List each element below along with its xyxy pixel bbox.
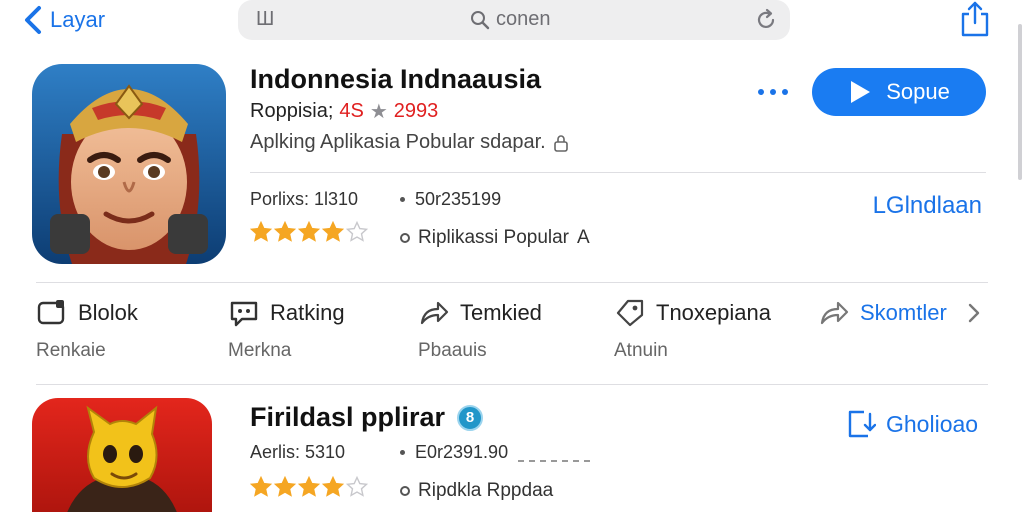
second-meta-right: E0r2391.90: [400, 442, 508, 463]
verified-badge-icon: 8: [457, 404, 484, 431]
action-label: Tnoxepiana: [656, 300, 771, 325]
play-icon: [851, 81, 871, 103]
search-icon: [471, 10, 490, 29]
share-arrow-icon: [820, 301, 849, 325]
dot-icon: [758, 89, 764, 95]
featured-right-link[interactable]: LGlndlaan: [873, 192, 982, 220]
second-download-link[interactable]: Gholioao: [846, 408, 978, 440]
star-filled-icon: [322, 221, 344, 242]
reload-icon[interactable]: [754, 8, 778, 32]
action-label: Blolok: [78, 300, 138, 325]
back-button[interactable]: Layar: [22, 4, 105, 36]
action-label: Ratking: [270, 300, 345, 325]
second-category-tag-text: Ripdkla Rppdaa: [418, 480, 554, 501]
get-button-label: Sopue: [886, 79, 950, 104]
star-filled-icon: [250, 476, 272, 497]
star-filled-icon: [274, 476, 296, 497]
lock-icon: [553, 134, 568, 152]
dot-icon: [782, 89, 788, 95]
star-empty-icon: [346, 221, 368, 242]
forward-arrow-icon: [420, 301, 449, 325]
category-tag-text: Riplikassi Popular: [418, 227, 570, 248]
bullet-icon: [400, 450, 405, 455]
rating-prefix: Roppisia;: [250, 100, 334, 122]
category-tag-suffix: A: [577, 227, 590, 248]
chevron-right-icon[interactable]: [966, 302, 982, 324]
second-category-tag: Ripdkla Rppdaa: [400, 480, 553, 502]
featured-subtitle: Aplking Aplikasia Pobular sdapar.: [250, 131, 570, 154]
star-filled-icon: [274, 221, 296, 242]
featured-app-icon[interactable]: [32, 64, 226, 264]
action-sub: Atnuin: [614, 340, 668, 361]
action-sub: Renkaie: [36, 340, 106, 361]
circle-icon: [400, 486, 410, 496]
download-doc-icon: [848, 410, 876, 438]
search-query: conen: [496, 8, 551, 30]
second-star-rating: [250, 476, 368, 498]
second-meta-right-text: E0r2391.90: [415, 442, 509, 462]
action-sub: Merkna: [228, 340, 292, 361]
back-label: Layar: [50, 7, 106, 32]
star-filled-icon: [298, 476, 320, 497]
chat-bubble-icon: [230, 301, 258, 327]
action-item-5[interactable]: Skomtler: [818, 296, 947, 330]
divider: [36, 282, 988, 283]
action-sub: Pbaauis: [418, 340, 487, 361]
search-field[interactable]: conen: [470, 8, 551, 31]
monster-character-icon: [32, 398, 212, 512]
chevron-left-icon: [25, 6, 41, 34]
second-app-title[interactable]: Firildasl pplirar 8: [250, 402, 484, 433]
action-label: Temkied: [460, 300, 542, 325]
action-item-1[interactable]: Blolok: [36, 296, 138, 330]
star-filled-icon: [298, 221, 320, 242]
bullet-icon: [400, 197, 405, 202]
featured-app-title[interactable]: Indonnesia Indnaausia: [250, 64, 541, 95]
dot-icon: [770, 89, 776, 95]
meta-right-text: 50r235199: [415, 189, 502, 209]
meta-left: Porlixs: 1l310: [250, 189, 359, 209]
tag-icon: [616, 299, 644, 327]
divider: [250, 172, 986, 173]
star-filled-icon: [250, 221, 272, 242]
search-bar[interactable]: Ш conen: [238, 0, 790, 40]
rating-value: 4S: [339, 100, 364, 122]
featured-subtitle-text: Aplking Aplikasia Pobular sdapar.: [250, 131, 546, 153]
second-app-title-text: Firildasl pplirar: [250, 402, 446, 432]
star-rating: [250, 221, 368, 243]
loading-dashes: [518, 460, 590, 462]
rating-count: 2993: [393, 100, 439, 122]
action-label: Skomtler: [860, 300, 947, 325]
category-tag: Riplikassi Popular A: [400, 227, 590, 249]
meta-right: 50r235199: [400, 189, 501, 210]
share-icon[interactable]: [958, 0, 992, 38]
action-item-3[interactable]: Temkied: [418, 296, 542, 330]
warrior-character-icon: [32, 64, 226, 264]
search-left-text: Ш: [256, 8, 275, 30]
scrollbar[interactable]: [1018, 24, 1022, 180]
action-item-2[interactable]: Ratking: [228, 296, 345, 330]
circle-icon: [400, 233, 410, 243]
second-meta-left: Aerlis: 5310: [250, 442, 346, 462]
star-icon: ★: [369, 101, 388, 123]
get-button[interactable]: Sopue: [812, 68, 986, 116]
rating-line: Roppisia; 4S ★ 2993: [250, 99, 438, 124]
second-download-label: Gholioao: [886, 410, 979, 437]
star-empty-icon: [346, 476, 368, 497]
divider: [36, 384, 988, 385]
action-item-4[interactable]: Tnoxepiana: [614, 296, 771, 330]
top-bar: Layar Ш conen: [0, 0, 1024, 42]
more-options-button[interactable]: [758, 82, 794, 102]
star-filled-icon: [322, 476, 344, 497]
message-icon: [37, 300, 65, 325]
second-app-icon[interactable]: [32, 398, 212, 512]
